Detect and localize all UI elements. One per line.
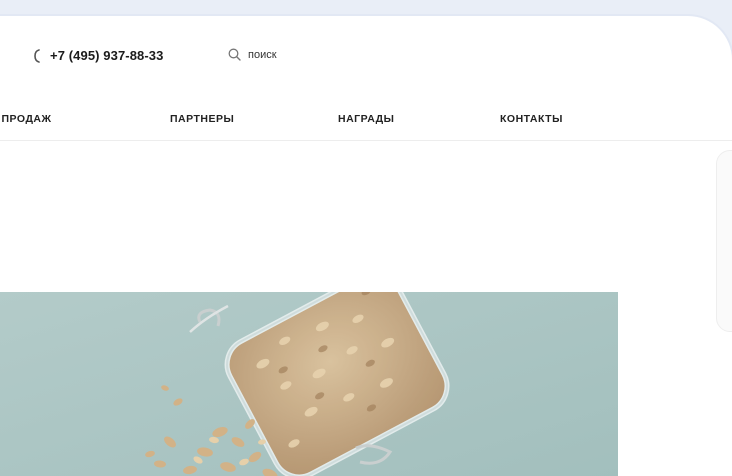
nav-item-sales[interactable]: А ПРОДАЖ bbox=[0, 113, 52, 125]
phone-icon bbox=[34, 48, 40, 63]
nav-item-awards[interactable]: НАГРАДЫ bbox=[338, 113, 394, 125]
search-input[interactable] bbox=[248, 48, 368, 61]
hero-image-oats-jar bbox=[0, 292, 618, 476]
phone-link[interactable]: +7 (495) 937-88-33 bbox=[32, 48, 163, 63]
header-topbar: +7 (495) 937-88-33 bbox=[0, 16, 732, 96]
nav-item-contacts[interactable]: КОНТАКТЫ bbox=[500, 113, 563, 125]
oats-jar-illustration bbox=[0, 292, 618, 476]
search-box[interactable] bbox=[228, 48, 368, 61]
side-panel bbox=[716, 150, 732, 332]
phone-number: +7 (495) 937-88-33 bbox=[50, 48, 164, 63]
site-card: +7 (495) 937-88-33 А ПРОДАЖ ПАРТНЕРЫ НАГ… bbox=[0, 14, 732, 476]
nav-item-partners[interactable]: ПАРТНЕРЫ bbox=[170, 113, 234, 125]
search-icon[interactable] bbox=[228, 48, 241, 61]
main-nav: А ПРОДАЖ ПАРТНЕРЫ НАГРАДЫ КОНТАКТЫ bbox=[0, 96, 732, 141]
